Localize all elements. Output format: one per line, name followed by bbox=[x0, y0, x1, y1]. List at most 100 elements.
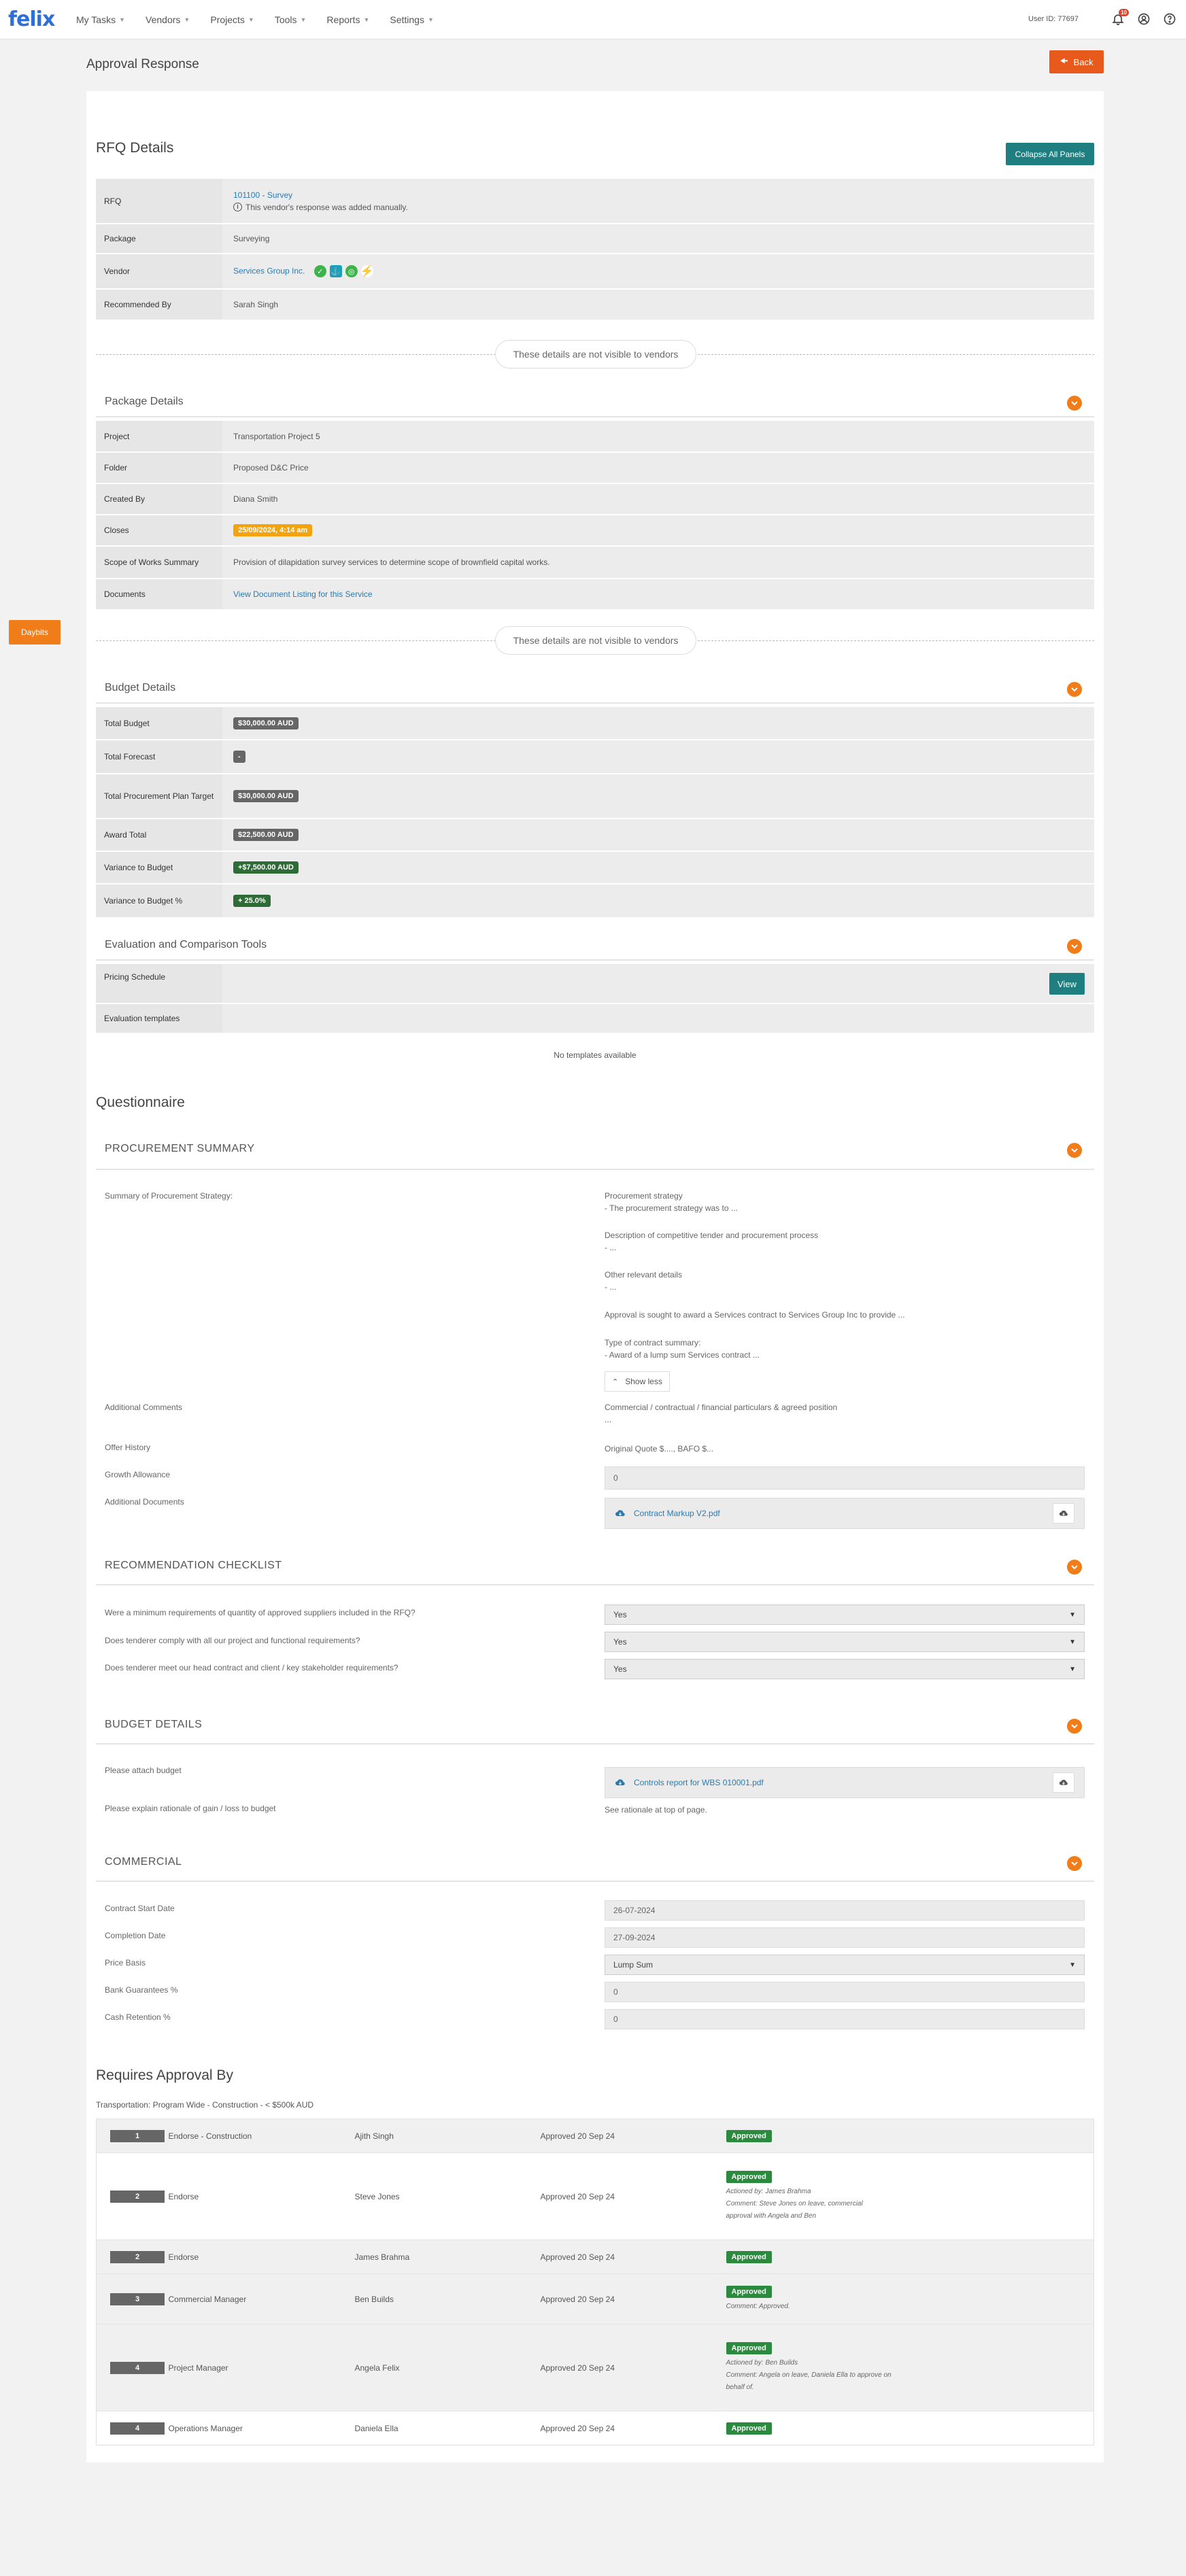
step-number: 4 bbox=[110, 2361, 165, 2374]
nav-vendors[interactable]: Vendors ▼ bbox=[146, 14, 190, 25]
daybits-tab[interactable]: Daybits bbox=[9, 620, 61, 645]
chevron-down-icon[interactable] bbox=[1067, 939, 1082, 954]
show-less-button[interactable]: ⌃ Show less bbox=[605, 1371, 670, 1392]
step-number: 3 bbox=[110, 2292, 165, 2305]
vendor-link[interactable]: Services Group Inc. bbox=[233, 267, 305, 276]
closes-label: Closes bbox=[96, 515, 222, 547]
contract-start-field[interactable]: 26-07-2024 bbox=[605, 1900, 1085, 1921]
select-value: Lump Sum bbox=[613, 1960, 654, 1970]
help-button[interactable] bbox=[1162, 11, 1178, 27]
growth-allowance-label: Growth Allowance bbox=[105, 1470, 171, 1479]
procurement-summary-title: PROCUREMENT SUMMARY bbox=[105, 1143, 255, 1154]
nav-tools[interactable]: Tools ▼ bbox=[275, 14, 307, 25]
felix-logo[interactable]: felix bbox=[8, 7, 68, 31]
approvals-table: 1 Endorse - Construction Ajith Singh App… bbox=[96, 2118, 1094, 2445]
check-icon[interactable]: ✓ bbox=[314, 265, 326, 277]
chevron-down-icon[interactable] bbox=[1067, 396, 1082, 411]
notifications-button[interactable]: 10 bbox=[1110, 9, 1129, 27]
approval-date: Approved 20 Sep 24 bbox=[540, 2324, 726, 2411]
contract-start-label: Contract Start Date bbox=[105, 1904, 175, 1913]
help-icon bbox=[1164, 13, 1176, 25]
actioned-by: Actioned by: James Brahma bbox=[726, 2187, 811, 2195]
budget-label: Total Forecast bbox=[96, 740, 222, 774]
file-name: Contract Markup V2.pdf bbox=[634, 1509, 720, 1518]
controls-report-link[interactable]: Controls report for WBS 010001.pdf bbox=[615, 1777, 764, 1788]
chevron-down-icon[interactable] bbox=[1067, 1143, 1082, 1158]
chevron-down-icon: ▼ bbox=[248, 16, 254, 23]
approval-row: 1 Endorse - Construction Ajith Singh App… bbox=[96, 2118, 1094, 2153]
no-templates-message: No templates available bbox=[554, 1050, 637, 1060]
cloud-download-icon bbox=[1059, 1779, 1068, 1785]
budget-label: Total Budget bbox=[96, 707, 222, 740]
approval-comment: Comment: Angela on leave, Daniela Ella t… bbox=[726, 2371, 892, 2391]
checklist-question: Were a minimum requirements of quantity … bbox=[105, 1608, 416, 1617]
approval-comment: Comment: Steve Jones on leave, commercia… bbox=[726, 2199, 863, 2220]
price-basis-select[interactable]: Lump Sum ▼ bbox=[605, 1955, 1085, 1975]
budget-details-table: Total Budget $30,000.00 AUD Total Forecas… bbox=[96, 707, 1094, 918]
checklist-select[interactable]: Yes ▼ bbox=[605, 1659, 1085, 1679]
file-name: Controls report for WBS 010001.pdf bbox=[634, 1778, 764, 1787]
nav-icons: 10 bbox=[1100, 9, 1178, 27]
nav-my-tasks[interactable]: My Tasks ▼ bbox=[76, 14, 125, 25]
download-button[interactable] bbox=[1053, 1772, 1074, 1793]
approver-name: Angela Felix bbox=[354, 2324, 541, 2411]
offer-history-label: Offer History bbox=[105, 1443, 151, 1452]
budget-questions-title: BUDGET DETAILS bbox=[105, 1719, 203, 1730]
completion-date-label: Completion Date bbox=[105, 1931, 166, 1940]
chevron-down-icon: ▼ bbox=[300, 16, 307, 23]
approved-badge: Approved bbox=[726, 2422, 772, 2435]
chevron-down-icon[interactable] bbox=[1067, 1560, 1082, 1575]
contract-type-value: - Award of a lump sum Services contract … bbox=[605, 1350, 760, 1360]
rfq-details-title: RFQ Details bbox=[96, 140, 174, 156]
view-pricing-button[interactable]: View bbox=[1049, 973, 1085, 995]
chevron-up-double-icon: ⌃ bbox=[612, 1377, 619, 1386]
approved-badge: Approved bbox=[726, 2285, 772, 2298]
growth-allowance-field[interactable]: 0 bbox=[605, 1466, 1085, 1490]
nav-label: My Tasks bbox=[76, 14, 116, 25]
manual-response-note: i This vendor's response was added manual… bbox=[233, 203, 1083, 212]
approved-badge: Approved bbox=[726, 2250, 772, 2263]
approval-row: 2 Endorse Steve Jones Approved 20 Sep 24… bbox=[96, 2152, 1094, 2240]
step-number: 4 bbox=[110, 2422, 165, 2435]
anchor-icon[interactable]: ⚓ bbox=[329, 265, 342, 277]
approval-row: 3 Commercial Manager Ben Builds Approved… bbox=[96, 2273, 1094, 2324]
rfq-link[interactable]: 101100 - Survey bbox=[233, 190, 292, 200]
cash-retention-field[interactable]: 0 bbox=[605, 2009, 1085, 2029]
budget-value: - bbox=[233, 751, 245, 763]
chevron-down-icon[interactable] bbox=[1067, 1719, 1082, 1734]
contract-markup-link[interactable]: Contract Markup V2.pdf bbox=[615, 1508, 720, 1519]
questionnaire-title: Questionnaire bbox=[96, 1095, 185, 1110]
target-icon[interactable]: ◎ bbox=[345, 265, 358, 277]
nav-reports[interactable]: Reports ▼ bbox=[326, 14, 369, 25]
chevron-down-icon[interactable] bbox=[1067, 682, 1082, 697]
profile-button[interactable] bbox=[1136, 11, 1152, 27]
arrow-left-icon: 🠜 bbox=[1060, 55, 1068, 66]
lightning-icon[interactable]: ⚡ bbox=[360, 265, 374, 277]
approval-notes: Actioned by: James Brahma Comment: Steve… bbox=[726, 2186, 883, 2222]
not-visible-notice: These details are not visible to vendors bbox=[495, 340, 696, 368]
not-visible-notice: These details are not visible to vendors bbox=[495, 626, 696, 655]
checklist-select[interactable]: Yes ▼ bbox=[605, 1604, 1085, 1625]
checklist-select[interactable]: Yes ▼ bbox=[605, 1632, 1085, 1652]
cloud-download-icon bbox=[615, 1779, 625, 1786]
collapse-all-button[interactable]: Collapse All Panels bbox=[1006, 143, 1094, 165]
chevron-down-icon[interactable] bbox=[1067, 1856, 1082, 1871]
approval-comment: Comment: Approved. bbox=[726, 2302, 790, 2310]
bank-guarantees-field[interactable]: 0 bbox=[605, 1982, 1085, 2002]
nav-settings[interactable]: Settings ▼ bbox=[390, 14, 434, 25]
strategy-block: Procurement strategy - The procurement s… bbox=[605, 1190, 738, 1214]
completion-date-field[interactable]: 27-09-2024 bbox=[605, 1927, 1085, 1948]
notification-count: 10 bbox=[1119, 9, 1129, 16]
back-button[interactable]: 🠜 Back bbox=[1049, 50, 1104, 73]
section-divider bbox=[96, 959, 1094, 961]
folder-label: Folder bbox=[96, 452, 222, 484]
nav-projects[interactable]: Projects ▼ bbox=[210, 14, 254, 25]
contract-type-heading: Type of contract summary: bbox=[605, 1338, 701, 1347]
recommended-by-value: Sarah Singh bbox=[222, 289, 1094, 321]
rfq-details-table: RFQ 101100 - Survey i This vendor's respo… bbox=[96, 179, 1094, 321]
cash-retention-label: Cash Retention % bbox=[105, 2012, 171, 2022]
documents-link[interactable]: View Document Listing for this Service bbox=[233, 589, 373, 599]
vendor-label: Vendor bbox=[96, 254, 222, 290]
download-button[interactable] bbox=[1053, 1503, 1074, 1524]
nav-label: Tools bbox=[274, 14, 297, 25]
